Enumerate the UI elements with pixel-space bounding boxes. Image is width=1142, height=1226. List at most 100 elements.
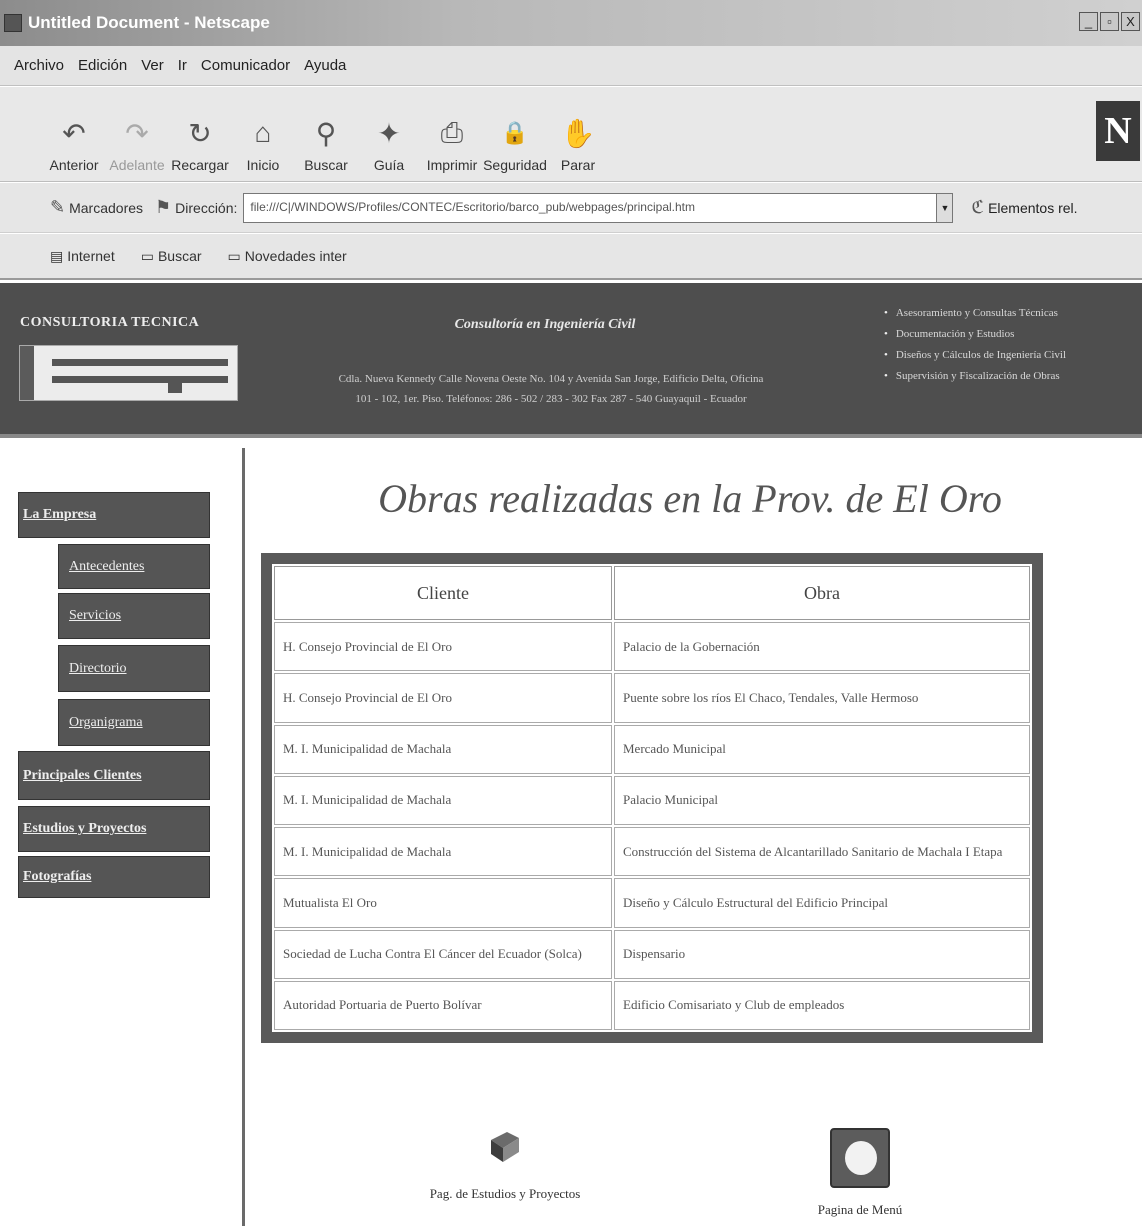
sidebar-divider (242, 448, 245, 1226)
personal-toolbar: ▤ Internet ▭ Buscar ▭ Novedades inter (0, 234, 1142, 280)
service-item: Asesoramiento y Consultas Técnicas (884, 303, 1136, 324)
cell-cliente: M. I. Municipalidad de Machala (274, 724, 612, 774)
cell-cliente: M. I. Municipalidad de Machala (274, 775, 612, 825)
back-button[interactable]: ↶ Anterior (44, 113, 104, 174)
security-button[interactable]: 🔒 Seguridad (483, 113, 547, 173)
netscape-logo-icon[interactable]: N (1096, 101, 1140, 161)
cell-obra: Puente sobre los ríos El Chaco, Tendales… (614, 673, 1030, 723)
menu-edicion[interactable]: Edición (78, 57, 127, 74)
service-item: Documentación y Estudios (884, 324, 1136, 345)
personal-internet[interactable]: ▤ Internet (50, 248, 115, 265)
location-bar: ✎ Marcadores ⚑ Dirección: file:///C|/WIN… (0, 183, 1142, 233)
bookmarks-button[interactable]: ✎ Marcadores (50, 197, 143, 218)
company-logo (19, 345, 238, 401)
reload-icon: ↻ (188, 117, 212, 149)
guide-label: Guía (373, 157, 405, 173)
service-item: Diseños y Cálculos de Ingeniería Civil (884, 345, 1136, 366)
menu-archivo[interactable]: Archivo (14, 57, 64, 74)
works-table-frame: Cliente Obra H. Consejo Provincial de El… (261, 553, 1043, 1043)
search-icon: ⚲ (315, 117, 337, 149)
menu-comunicador[interactable]: Comunicador (201, 57, 290, 74)
internet-icon: ▤ (50, 247, 64, 264)
address-label: Dirección: (175, 199, 238, 216)
buscar-label: Buscar (157, 248, 202, 264)
menu-ver[interactable]: Ver (141, 57, 164, 74)
bookmarks-label: Marcadores (69, 199, 144, 216)
company-tagline: Consultoría en Ingeniería Civil (454, 317, 636, 332)
print-icon: ⎙ (440, 116, 464, 148)
stop-label: Parar (560, 157, 596, 173)
nav-organigrama[interactable]: Organigrama (58, 699, 210, 746)
table-row: Autoridad Portuaria de Puerto Bolívar Ed… (274, 980, 1030, 1030)
book-icon (491, 1132, 519, 1162)
address-input[interactable]: file:///C|/WINDOWS/Profiles/CONTEC/Escri… (243, 192, 938, 223)
search-button[interactable]: ⚲ Buscar (296, 113, 356, 174)
location-icon: ⚑ (155, 197, 172, 217)
reload-label: Recargar (171, 157, 229, 173)
column-header-obra: Obra (614, 566, 1030, 620)
related-button[interactable]: ℭ Elementos rel. (971, 197, 1077, 218)
print-button[interactable]: ⎙ Imprimir (422, 113, 482, 174)
forward-arrow-icon: ↷ (125, 117, 149, 149)
related-icon: ℭ (971, 197, 985, 217)
security-label: Seguridad (483, 157, 547, 173)
nav-antecedentes[interactable]: Antecedentes (58, 544, 210, 589)
nav-principales-clientes[interactable]: Principales Clientes (18, 751, 210, 800)
address-line-2: 101 - 102, 1er. Piso. Teléfonos: 286 - 5… (355, 393, 747, 405)
cell-obra: Palacio de la Gobernación (614, 622, 1030, 672)
forward-label: Adelante (109, 157, 165, 173)
cell-cliente: M. I. Municipalidad de Machala (274, 827, 612, 877)
cell-obra: Palacio Municipal (614, 775, 1030, 825)
home-button[interactable]: ⌂ Inicio (233, 113, 293, 173)
cell-obra: Dispensario (614, 929, 1030, 979)
address-label-group: ⚑ Dirección: (155, 197, 237, 218)
cell-obra: Edificio Comisariato y Club de empleados (614, 980, 1030, 1030)
maximize-button[interactable]: ▫ (1100, 12, 1119, 31)
bookmark-icon: ▭ (227, 247, 241, 264)
back-label: Anterior (49, 157, 99, 173)
lock-icon: 🔒 (501, 120, 529, 145)
cell-obra: Construcción del Sistema de Alcantarilla… (614, 827, 1030, 877)
menu-page-link[interactable]: Pagina de Menú (790, 1128, 930, 1218)
nav-la-empresa[interactable]: La Empresa (18, 492, 210, 538)
menu-bar: Archivo Edición Ver Ir Comunicador Ayuda (0, 46, 1142, 86)
home-icon: ⌂ (254, 117, 272, 148)
nav-servicios[interactable]: Servicios (58, 593, 210, 639)
page-title: Obras realizadas en la Prov. de El Oro (378, 476, 1002, 521)
address-dropdown-button[interactable]: ▼ (937, 192, 954, 223)
menu-ir[interactable]: Ir (178, 57, 187, 74)
personal-buscar[interactable]: ▭ Buscar (141, 248, 202, 265)
column-header-cliente: Cliente (274, 566, 612, 620)
window-titlebar: Untitled Document - Netscape _ ▫ X (0, 0, 1142, 46)
internet-label: Internet (67, 248, 115, 264)
menu-ayuda[interactable]: Ayuda (304, 57, 346, 74)
window-title: Untitled Document - Netscape (28, 13, 270, 32)
estudios-proyectos-label: Pag. de Estudios y Proyectos (429, 1186, 581, 1201)
table-row: H. Consejo Provincial de El Oro Palacio … (274, 622, 1030, 672)
estudios-proyectos-link[interactable]: Pag. de Estudios y Proyectos (400, 1128, 610, 1202)
related-label: Elementos rel. (988, 199, 1078, 216)
window-controls: _ ▫ X (1079, 12, 1140, 31)
table-row: M. I. Municipalidad de Machala Mercado M… (274, 724, 1030, 774)
guide-icon: ✦ (377, 117, 401, 149)
home-label: Inicio (246, 157, 280, 173)
bookmark-icon: ✎ (50, 197, 66, 217)
minimize-button[interactable]: _ (1079, 12, 1098, 31)
guide-button[interactable]: ✦ Guía (359, 113, 419, 174)
table-row: H. Consejo Provincial de El Oro Puente s… (274, 673, 1030, 723)
table-row: M. I. Municipalidad de Machala Construcc… (274, 827, 1030, 877)
forward-button[interactable]: ↷ Adelante (107, 113, 167, 174)
close-button[interactable]: X (1121, 12, 1140, 31)
site-header: CONSULTORIA TECNICA Consultoría en Ingen… (0, 283, 1142, 438)
nav-fotografias[interactable]: Fotografías (18, 856, 210, 898)
cell-cliente: Sociedad de Lucha Contra El Cáncer del E… (274, 929, 612, 979)
globe-icon (830, 1128, 890, 1188)
nav-estudios-proyectos[interactable]: Estudios y Proyectos (18, 806, 210, 852)
search-label: Buscar (304, 157, 348, 173)
service-item: Supervisión y Fiscalización de Obras (884, 366, 1136, 387)
stop-button[interactable]: ✋ Parar (548, 113, 608, 174)
nav-directorio[interactable]: Directorio (58, 645, 210, 692)
personal-novedades[interactable]: ▭ Novedades inter (228, 248, 347, 265)
company-address: Cdla. Nueva Kennedy Calle Novena Oeste N… (258, 369, 844, 409)
reload-button[interactable]: ↻ Recargar (170, 113, 230, 174)
